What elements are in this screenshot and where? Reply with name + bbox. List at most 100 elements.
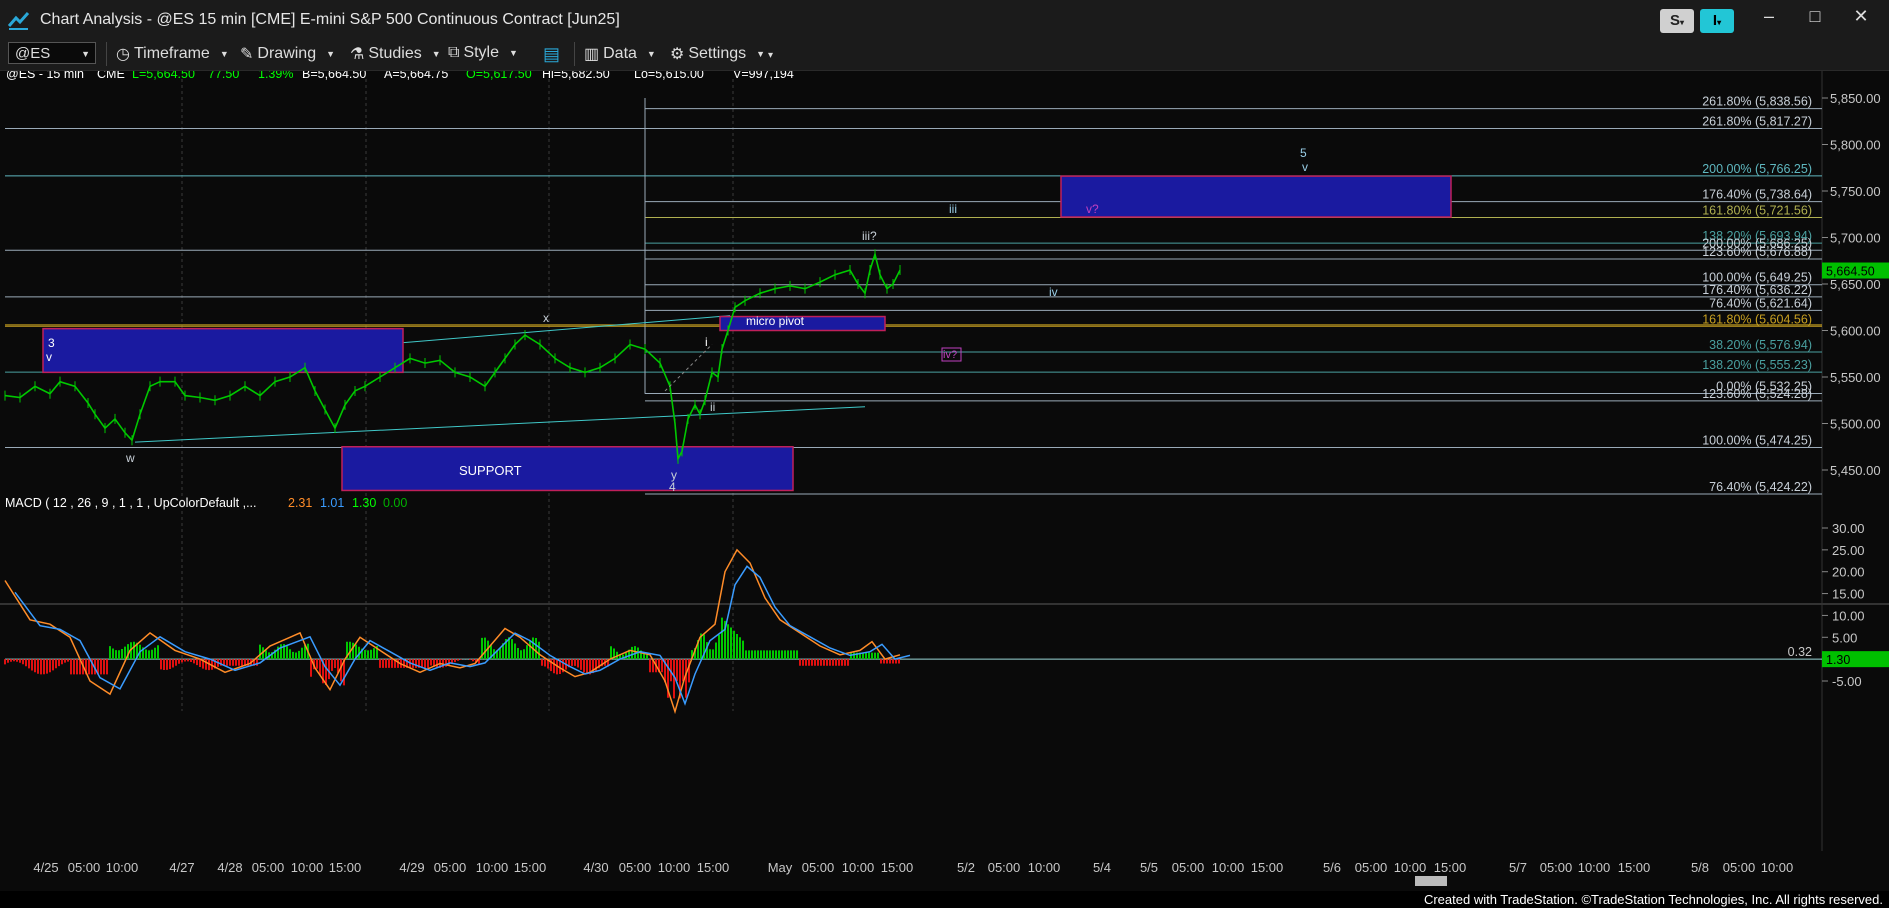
clock-icon: ◷ — [116, 46, 130, 63]
wave-label-4: 4 — [669, 480, 676, 494]
price-tick-label: 5,450.00 — [1830, 463, 1881, 478]
time-tick-label: 15:00 — [1251, 860, 1284, 875]
time-tick-label: 10:00 — [1028, 860, 1061, 875]
data-label: Data — [603, 45, 637, 62]
wave-label-3: 3 — [48, 336, 55, 350]
time-tick-label: 5/7 — [1509, 860, 1527, 875]
caret-down-icon: ▼ — [431, 49, 441, 59]
time-tick-label: 05:00 — [1172, 860, 1205, 875]
symbol-value: @ES — [15, 45, 51, 62]
time-tick-label: 10:00 — [1212, 860, 1245, 875]
price-tick-label: 5,800.00 — [1830, 138, 1881, 153]
window-title: Chart Analysis - @ES 15 min [CME] E-mini… — [40, 11, 620, 28]
macd-tick-label: 15.00 — [1832, 587, 1865, 602]
wave-label-iv: iv — [1049, 285, 1058, 299]
caret-down-icon: ▼ — [326, 49, 336, 59]
maximize-button[interactable]: □ — [1800, 6, 1830, 27]
price-tick-label: 5,750.00 — [1830, 184, 1881, 199]
time-tick-label: 15:00 — [514, 860, 547, 875]
time-tick-label: 05:00 — [434, 860, 467, 875]
caret-down-icon: ▼ — [756, 49, 766, 59]
header-high: Hi=5,682.50 — [542, 71, 610, 81]
price-tick-label: 5,600.00 — [1830, 324, 1881, 339]
wave-label-iii: iii — [949, 202, 957, 216]
layout-icon-button[interactable]: ▤ — [543, 44, 560, 65]
macd-tick-label: 10.00 — [1832, 608, 1865, 623]
micro-pivot-label: micro pivot — [746, 314, 805, 328]
minimize-button[interactable]: – — [1754, 6, 1784, 27]
header-open: O=5,617.50 — [466, 71, 532, 81]
time-tick-label: 05:00 — [1355, 860, 1388, 875]
caret-down-icon: ▼ — [646, 49, 656, 59]
time-tick-label: 10:00 — [1761, 860, 1794, 875]
macd-zero-label: 0.32 — [1788, 645, 1812, 659]
header-bid: B=5,664.50 — [302, 71, 366, 81]
i-link-button[interactable]: I▾ — [1700, 9, 1734, 33]
macd-tick-label: 25.00 — [1832, 543, 1865, 558]
time-tick-label: 4/28 — [217, 860, 242, 875]
chart-canvas[interactable]: 261.80% (5,838.56) 261.80% (5,817.27) 200.… — [0, 67, 1889, 891]
price-tick-label: 5,550.00 — [1830, 370, 1881, 385]
fib-label: 100.00% (5,474.25) — [1702, 433, 1812, 447]
s-link-button[interactable]: S▾ — [1660, 9, 1694, 33]
wave-label-v: v — [46, 350, 52, 364]
wave-label-5: 5 — [1300, 146, 1307, 160]
header-symbol: @ES - 15 min — [6, 71, 84, 81]
style-label: Style — [463, 44, 500, 61]
fib-label: 176.40% (5,636.22) — [1702, 283, 1812, 297]
macd-value-2: 1.01 — [320, 496, 344, 510]
time-tick-label: 10:00 — [842, 860, 875, 875]
timeframe-menu[interactable]: ◷ Timeframe ▼ — [116, 44, 229, 64]
close-button[interactable]: ✕ — [1846, 6, 1876, 27]
drawing-menu[interactable]: ✎ Drawing ▼ — [240, 44, 335, 64]
time-tick-label: 5/5 — [1140, 860, 1158, 875]
bar-chart-icon: ▥ — [584, 46, 600, 63]
fib-label: 176.40% (5,738.64) — [1702, 188, 1812, 202]
wave-3-zone-box — [42, 327, 404, 374]
header-last: L=5,664.50 — [132, 71, 195, 81]
macd-line — [4, 548, 901, 715]
timeframe-label: Timeframe — [133, 45, 210, 62]
time-tick-label: 10:00 — [291, 860, 324, 875]
dashed-guide-line — [664, 344, 713, 392]
time-tick-label: 15:00 — [881, 860, 914, 875]
time-tick-label: 5/4 — [1093, 860, 1111, 875]
chart-style-icon: ⧉ — [448, 44, 460, 61]
wave-label-ii: ii — [710, 400, 715, 414]
target-zone-box — [1060, 175, 1452, 218]
symbol-input[interactable]: @ES ▼ — [8, 42, 96, 64]
chevron-down-icon: ▼ — [81, 49, 90, 59]
data-menu[interactable]: ▥ Data ▼ — [584, 44, 656, 64]
macd-histogram-up — [109, 617, 879, 660]
copyright-text: Created with TradeStation. ©TradeStation… — [1423, 892, 1883, 907]
time-tick-label: 4/29 — [399, 860, 424, 875]
style-menu[interactable]: ⧉ Style ▼ — [448, 44, 518, 62]
macd-tick-label: 20.00 — [1832, 565, 1865, 580]
price-tick-label: 5,500.00 — [1830, 417, 1881, 432]
fib-label: 76.40% (5,424.22) — [1709, 480, 1812, 494]
drawing-label: Drawing — [257, 45, 317, 62]
wave-label-iii-q: iii? — [862, 229, 877, 243]
gear-icon: ⚙ — [670, 46, 685, 63]
wave-label-v-target: v — [1302, 160, 1308, 174]
fib-label: 123.60% (5,524.28) — [1702, 387, 1812, 401]
macd-value-1: 2.31 — [288, 496, 312, 510]
fib-label: 38.20% (5,576.94) — [1709, 338, 1812, 352]
settings-menu[interactable]: ⚙ Settings ▼ — [670, 44, 765, 64]
time-tick-label: 4/25 — [33, 860, 58, 875]
time-tick-label: 5/2 — [957, 860, 975, 875]
macd-tick-label: 5.00 — [1832, 630, 1857, 645]
time-tick-label: 15:00 — [329, 860, 362, 875]
scrollbar-thumb[interactable] — [1415, 876, 1447, 886]
chart-area[interactable]: 261.80% (5,838.56) 261.80% (5,817.27) 200.… — [0, 67, 1889, 891]
studies-menu[interactable]: ⚗ Studies ▼ — [350, 44, 441, 64]
fib-label: 261.80% (5,838.56) — [1702, 95, 1812, 109]
toolbar-overflow-icon[interactable]: ▾ — [768, 50, 773, 61]
fib-label: 76.40% (5,621.64) — [1709, 296, 1812, 310]
macd-label: MACD ( 12 , 26 , 9 , 1 , 1 , UpColorDefa… — [5, 496, 257, 510]
time-tick-label: 05:00 — [1540, 860, 1573, 875]
wave-label-iv-q: iv? — [943, 349, 957, 361]
time-tick-label: 05:00 — [1723, 860, 1756, 875]
time-tick-label: 15:00 — [1434, 860, 1467, 875]
caret-down-icon: ▼ — [509, 48, 518, 58]
